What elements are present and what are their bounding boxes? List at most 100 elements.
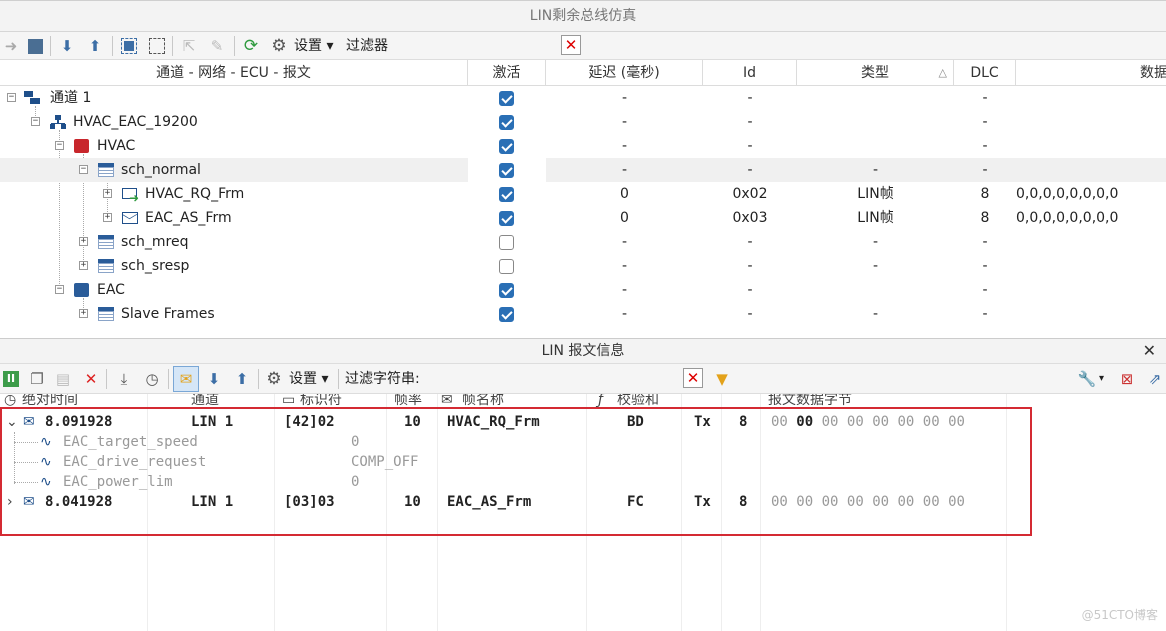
msg-panel-title: LIN 报文信息 — [541, 343, 625, 359]
collapse-icon[interactable]: − — [55, 141, 64, 150]
clock-icon[interactable]: ◷ — [141, 368, 163, 390]
tree-row-ecu-eac[interactable]: − EAC - - - — [0, 278, 1166, 302]
expand-icon[interactable]: + — [79, 237, 88, 246]
active-checkbox[interactable] — [499, 163, 514, 178]
type-value: - — [872, 306, 879, 322]
collapse-icon[interactable]: − — [7, 93, 16, 102]
active-checkbox[interactable] — [499, 115, 514, 130]
tree-row-network[interactable]: − HVAC_EAC_19200 - - - — [0, 110, 1166, 134]
dlc-value: - — [982, 162, 988, 178]
select-none-icon[interactable] — [146, 35, 168, 57]
collapse-icon[interactable]: − — [79, 165, 88, 174]
settings-menu[interactable]: 设置 ▾ — [289, 369, 328, 389]
schedule-table-icon — [98, 235, 114, 249]
delay-value: - — [621, 306, 628, 322]
active-checkbox[interactable] — [499, 211, 514, 226]
filter-string-input[interactable] — [430, 368, 680, 390]
dlc-value: - — [982, 306, 988, 322]
expand-icon[interactable]: + — [79, 309, 88, 318]
tree-row-channel[interactable]: − 通道 1 - - - — [0, 86, 1166, 110]
arrow-down-icon[interactable]: ⬇ — [203, 368, 225, 390]
data-value[interactable]: 0,0,0,0,0,0,0,0 — [1016, 206, 1118, 230]
col-header-type[interactable]: 类型 △ — [797, 60, 954, 86]
tree-row-schedule-mreq[interactable]: + sch_mreq - - - - — [0, 230, 1166, 254]
active-checkbox[interactable] — [499, 283, 514, 298]
col-header-path[interactable]: 通道 - 网络 - ECU - 报文 — [0, 60, 468, 86]
collapse-icon[interactable]: − — [55, 285, 64, 294]
tree-label: HVAC — [97, 138, 136, 154]
id-value: 0x02 — [732, 186, 768, 202]
wrench-icon[interactable]: 🔧 — [1076, 368, 1098, 390]
active-checkbox[interactable] — [499, 139, 514, 154]
active-checkbox[interactable] — [499, 187, 514, 202]
tree-label: EAC_AS_Frm — [145, 210, 232, 226]
forward-icon[interactable]: ➜ — [0, 35, 22, 57]
active-checkbox[interactable] — [499, 259, 514, 274]
id-value: - — [747, 306, 753, 322]
data-value[interactable]: 0,0,0,0,0,0,0,0 — [1016, 182, 1118, 206]
expand-icon[interactable]: + — [79, 261, 88, 270]
tree-label: Slave Frames — [121, 306, 215, 322]
select-all-icon[interactable] — [118, 35, 140, 57]
arrow-down-icon[interactable]: ⬇ — [56, 35, 78, 57]
tree-label: 通道 1 — [50, 90, 92, 106]
active-checkbox[interactable] — [499, 235, 514, 250]
col-header-delay[interactable]: 延迟 (毫秒) — [546, 60, 703, 86]
funnel-icon[interactable]: ▼ — [711, 368, 733, 390]
tree-row-schedule-normal[interactable]: − sch_normal - - - - — [0, 158, 1166, 182]
col-header-data[interactable]: 数据 — [1016, 60, 1166, 86]
rbs-toolbar: ➜ ⬇ ⬆ ⇱ ✎ ⟳ ⚙ 设置 ▾ 过滤器 ✕ — [0, 32, 1166, 60]
expand-icon[interactable]: + — [103, 189, 112, 198]
dlc-value: - — [982, 114, 988, 130]
gear-icon[interactable]: ⚙ — [268, 35, 290, 57]
delete-icon[interactable]: ✕ — [80, 368, 102, 390]
dlc-value: 8 — [980, 186, 990, 202]
expand-icon[interactable]: + — [103, 213, 112, 222]
window-close-icon[interactable]: ⊠ — [1116, 368, 1138, 390]
pause-icon[interactable]: II — [0, 368, 22, 390]
gear-icon[interactable]: ⚙ — [263, 368, 285, 390]
tree-row-frame-eac-as[interactable]: + EAC_AS_Frm 0 0x03 LIN帧 8 0,0,0,0,0,0,0… — [0, 206, 1166, 230]
arrow-up-icon[interactable]: ⬆ — [84, 35, 106, 57]
settings-menu[interactable]: 设置 ▾ — [294, 36, 333, 56]
clear-filter-button[interactable]: ✕ — [683, 368, 703, 388]
delay-value: - — [621, 90, 628, 106]
clear-filter-button[interactable]: ✕ — [561, 35, 581, 55]
tree-row-slave-frames[interactable]: + Slave Frames - - - - — [0, 302, 1166, 326]
col-header-dlc[interactable]: DLC — [954, 60, 1016, 86]
tree-label: EAC — [97, 282, 125, 298]
active-checkbox[interactable] — [499, 307, 514, 322]
id-value: - — [747, 162, 753, 178]
close-icon[interactable]: ✕ — [1143, 339, 1156, 363]
wrench-dropdown-icon[interactable]: ▾ — [1099, 369, 1104, 389]
delay-value[interactable]: 0 — [546, 182, 703, 206]
tree-row-frame-hvac-rq[interactable]: + ➜ HVAC_RQ_Frm 0 0x02 LIN帧 8 0,0,0,0,0,… — [0, 182, 1166, 206]
col-header-active[interactable]: 激活 — [468, 60, 546, 86]
id-value: - — [747, 90, 753, 106]
refresh-icon[interactable]: ⟳ — [240, 35, 262, 57]
id-value: - — [747, 138, 753, 154]
delay-value: - — [621, 138, 628, 154]
collapse-icon[interactable]: − — [31, 117, 40, 126]
col-header-id[interactable]: Id — [703, 60, 797, 86]
detach-icon[interactable]: ⇗ — [1144, 368, 1166, 390]
stop-icon[interactable] — [24, 35, 46, 57]
delay-value[interactable]: 0 — [546, 206, 703, 230]
paste-icon[interactable]: ▤ — [52, 368, 74, 390]
tree-row-ecu-hvac[interactable]: − HVAC - - - — [0, 134, 1166, 158]
detail-view-icon[interactable]: ✉ — [173, 366, 199, 392]
export-icon[interactable]: ⇱ — [178, 35, 200, 57]
active-checkbox[interactable] — [499, 91, 514, 106]
copy-icon[interactable]: ❐ — [26, 368, 48, 390]
schedule-table-icon — [98, 259, 114, 273]
edit-icon[interactable]: ✎ — [206, 35, 228, 57]
filter-input[interactable] — [394, 35, 558, 57]
scroll-end-icon[interactable]: ⤓ — [113, 368, 135, 390]
arrow-up-icon[interactable]: ⬆ — [231, 368, 253, 390]
dlc-value: - — [982, 234, 988, 250]
tree-row-schedule-sresp[interactable]: + sch_sresp - - - - — [0, 254, 1166, 278]
schedule-table-icon — [98, 163, 114, 177]
type-value: LIN帧 — [857, 210, 894, 226]
filter-string-label: 过滤字符串: — [345, 371, 420, 387]
delay-value: - — [621, 282, 628, 298]
